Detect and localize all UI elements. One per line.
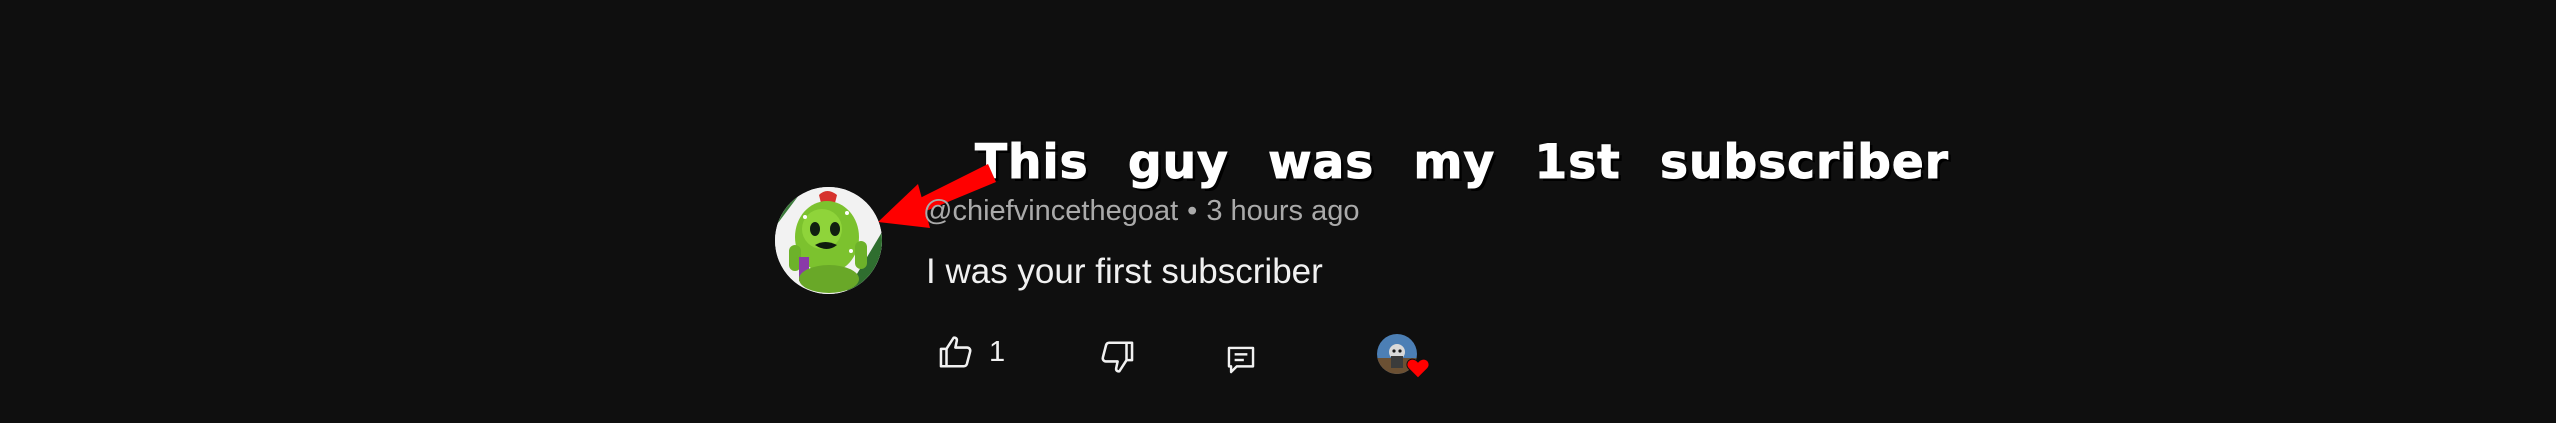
creator-heart-badge[interactable] [1377,334,1431,384]
comment-meta: @chiefvincethegoat • 3 hours ago [923,192,1359,230]
spike-cactus-avatar-icon [775,187,882,294]
meta-separator: • [1187,195,1198,227]
reply-comment-icon [1227,346,1255,374]
like-button[interactable]: 1 [937,330,1005,374]
avatar[interactable] [775,187,882,294]
comment-text: I was your first subscriber [926,252,1323,291]
reply-button[interactable] [1224,338,1258,382]
thumbs-down-icon [1101,341,1134,373]
comment-timestamp[interactable]: 3 hours ago [1206,195,1359,227]
thumbs-up-icon [939,336,972,368]
dislike-button[interactable] [1098,335,1136,379]
heart-icon [1406,358,1430,379]
comment-author-handle[interactable]: @chiefvincethegoat [923,195,1178,227]
like-count: 1 [989,335,1006,368]
overlay-caption: This guy was my 1st subscriber [975,135,1949,191]
